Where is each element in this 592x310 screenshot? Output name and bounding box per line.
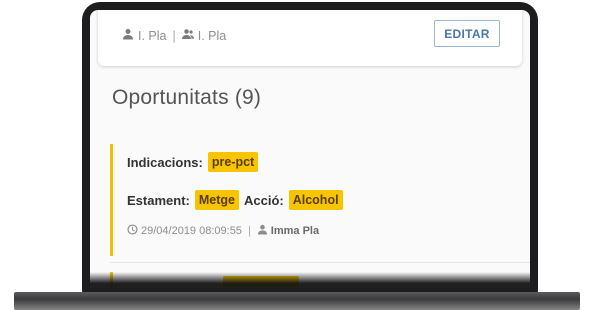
- opportunity-item[interactable]: Indicacions: pre-pct Estament: Metge Acc…: [110, 144, 522, 256]
- indications-row: Indicacions: pre-pct: [127, 152, 263, 172]
- edit-button[interactable]: EDITAR: [434, 20, 500, 47]
- state-tag: Metge: [194, 190, 239, 210]
- owner-meta: I. Pla | I. Pla: [122, 28, 226, 43]
- meta-separator: |: [172, 28, 176, 43]
- screen-shadow: [90, 272, 530, 288]
- indications-tag: pre-pct: [207, 152, 259, 172]
- item-divider: [110, 262, 530, 263]
- state-label: Estament:: [127, 192, 190, 208]
- state-row: Estament: Metge Acció: Alcohol: [127, 190, 348, 210]
- section-title: Oportunitats (9): [112, 86, 262, 109]
- header-card: I. Pla | I. Pla EDITAR: [98, 10, 522, 66]
- clock-icon: [127, 224, 141, 238]
- assignee-name: I. Pla: [197, 28, 227, 43]
- user-icon: [257, 224, 271, 238]
- owner-name: I. Pla: [138, 28, 167, 43]
- users-icon: [181, 28, 198, 43]
- opportunity-footer: 29/04/2019 08:09:55 | Imma Pla: [127, 224, 319, 238]
- action-tag: Alcohol: [288, 190, 343, 210]
- user-icon: [122, 28, 138, 43]
- indications-label: Indicacions:: [127, 154, 203, 170]
- app-screen: I. Pla | I. Pla EDITAR Oportunitats (9) …: [90, 10, 530, 288]
- action-label: Acció:: [243, 192, 284, 208]
- author-name: Imma Pla: [270, 225, 320, 237]
- timestamp: 29/04/2019 08:09:55: [141, 225, 242, 237]
- footer-separator: |: [247, 225, 251, 237]
- laptop-base: [14, 292, 580, 310]
